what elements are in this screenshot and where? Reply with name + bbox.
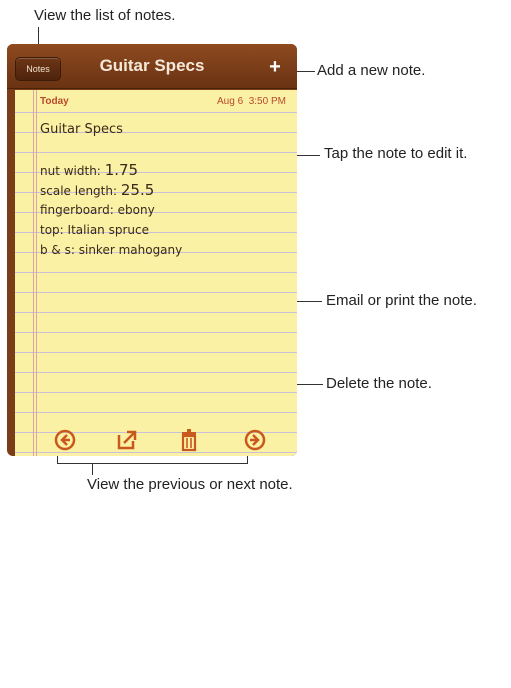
note-line-label: b & s: xyxy=(40,243,75,257)
callout-delete: Delete the note. xyxy=(326,375,432,392)
callout-add-note: Add a new note. xyxy=(317,62,426,79)
trash-icon[interactable] xyxy=(177,428,201,452)
note-line-value: 25.5 xyxy=(120,181,155,199)
note-date: Aug 6 xyxy=(217,96,244,107)
callout-email-print: Email or print the note. xyxy=(326,292,477,309)
note-line-value: Italian spruce xyxy=(67,223,149,237)
notes-list-button[interactable]: Notes xyxy=(15,57,61,81)
note-line-value: sinker mahogany xyxy=(78,243,183,257)
next-note-icon[interactable] xyxy=(243,428,267,452)
note-line-value: ebony xyxy=(117,203,155,217)
note-line-label: nut width: xyxy=(40,164,101,178)
note-line-label: top: xyxy=(40,223,64,237)
leader-line-prevnext-h xyxy=(57,463,248,464)
note-line-label: scale length: xyxy=(40,184,118,198)
previous-note-icon[interactable] xyxy=(53,428,77,452)
note-time: 3:50 PM xyxy=(248,96,286,107)
note-line: fingerboard: ebony xyxy=(40,200,290,220)
leader-line-prevnext-v xyxy=(92,463,93,475)
note-text[interactable]: Guitar Specs nut width: 1.75 scale lengt… xyxy=(40,120,290,260)
margin-line xyxy=(33,90,34,456)
note-line-value: 1.75 xyxy=(104,161,139,179)
note-line: nut width: 1.75 xyxy=(40,160,290,180)
note-paper[interactable]: Today Aug 6 3:50 PM Guitar Specs nut wid… xyxy=(15,90,297,456)
callout-prev-next: View the previous or next note. xyxy=(87,476,293,493)
callout-tap-edit: Tap the note to edit it. xyxy=(324,145,468,162)
note-line: b & s: sinker mahogany xyxy=(40,240,290,260)
note-line: scale length: 25.5 xyxy=(40,180,290,200)
note-date-time: Aug 6 3:50 PM xyxy=(217,96,286,107)
note-date-label: Today xyxy=(40,96,69,107)
callout-list-notes: View the list of notes. xyxy=(34,7,176,24)
share-icon[interactable] xyxy=(115,428,139,452)
margin-line xyxy=(36,90,37,456)
add-note-button[interactable]: + xyxy=(263,55,287,79)
navigation-bar: Notes Guitar Specs + xyxy=(7,44,297,89)
notes-screen: Notes Guitar Specs + Today Aug 6 3:50 PM… xyxy=(7,44,297,456)
note-body-title: Guitar Specs xyxy=(40,122,123,137)
note-line-label: fingerboard: xyxy=(40,203,114,217)
note-line: top: Italian spruce xyxy=(40,220,290,240)
note-title-header: Guitar Specs xyxy=(99,56,205,75)
